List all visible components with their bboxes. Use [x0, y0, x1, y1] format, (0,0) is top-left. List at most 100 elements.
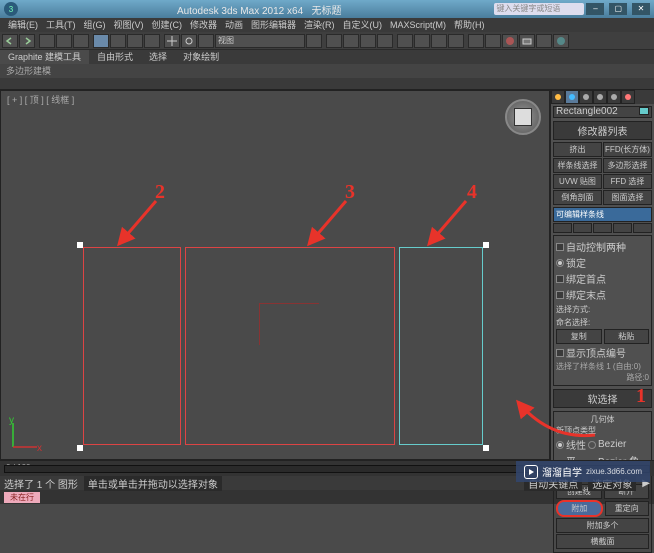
ribbon-tabs: Graphite 建模工具 自由形式 选择 对象绘制	[0, 50, 654, 64]
shape-rectangle-3[interactable]	[185, 247, 395, 445]
mod-btn-extrude[interactable]: 挤出	[553, 142, 602, 157]
chk-auto[interactable]	[556, 243, 564, 251]
radio-lock[interactable]	[556, 259, 564, 267]
select-button[interactable]	[93, 34, 109, 48]
unlink-button[interactable]	[56, 34, 72, 48]
move-button[interactable]	[164, 34, 180, 48]
chk-bind-last[interactable]	[556, 291, 564, 299]
axis-gizmo-icon: y x	[7, 417, 43, 453]
bind-button[interactable]	[73, 34, 89, 48]
mod-btn-bevel[interactable]: 倒角剖面	[553, 190, 602, 205]
tab-display-icon[interactable]	[607, 90, 621, 104]
viewcube[interactable]	[505, 99, 541, 135]
ref-coord-dropdown[interactable]: 视图	[215, 34, 305, 48]
menu-edit[interactable]: 编辑(E)	[4, 18, 42, 32]
mod-btn-ffd[interactable]: FFD(长方体)	[603, 142, 652, 157]
viewport-top[interactable]: [ + ] [ 顶 ] [ 线框 ] y x 2 3 4	[0, 90, 550, 460]
btn-attach[interactable]: 附加	[556, 500, 603, 517]
ribbon-tab-freeform[interactable]: 自由形式	[89, 50, 141, 64]
annotation-arrow-1	[510, 390, 600, 450]
pivot-button[interactable]	[306, 34, 322, 48]
btn-cross-section[interactable]: 横截面	[556, 534, 649, 549]
stack-remove-button[interactable]	[613, 223, 632, 233]
btn-reorient[interactable]: 重定向	[605, 501, 650, 516]
btn-copy[interactable]: 复制	[556, 329, 602, 344]
tab-motion-icon[interactable]	[593, 90, 607, 104]
selection-handle[interactable]	[483, 445, 489, 451]
menu-modifiers[interactable]: 修改器	[186, 18, 221, 32]
menu-tools[interactable]: 工具(T)	[42, 18, 80, 32]
scale-button[interactable]	[198, 34, 214, 48]
material-button[interactable]	[502, 34, 518, 48]
chk-show-vertnum[interactable]	[556, 349, 564, 357]
menu-graph[interactable]: 图形编辑器	[247, 18, 300, 32]
tab-hierarchy-icon[interactable]	[579, 90, 593, 104]
shape-rectangle-2[interactable]	[83, 247, 181, 445]
ribbon-tab-select[interactable]: 选择	[141, 50, 175, 64]
menu-help[interactable]: 帮助(H)	[450, 18, 489, 32]
redo-button[interactable]	[19, 34, 35, 48]
menu-view[interactable]: 视图(V)	[110, 18, 148, 32]
menu-maxscript[interactable]: MAXScript(M)	[386, 18, 450, 32]
render-button[interactable]	[553, 34, 569, 48]
close-button[interactable]: ✕	[632, 3, 650, 15]
angle-snap-button[interactable]	[343, 34, 359, 48]
select-region-button[interactable]	[127, 34, 143, 48]
menu-customize[interactable]: 自定义(U)	[339, 18, 387, 32]
selection-handle[interactable]	[483, 242, 489, 248]
stack-show-button[interactable]	[573, 223, 592, 233]
selection-handle[interactable]	[77, 445, 83, 451]
modifier-stack[interactable]: 可编辑样条线	[553, 207, 652, 222]
mod-btn-spline-sel[interactable]: 样条线选择	[553, 158, 602, 173]
render-setup-button[interactable]	[519, 34, 535, 48]
menu-group[interactable]: 组(G)	[80, 18, 110, 32]
viewport-label[interactable]: [ + ] [ 顶 ] [ 线框 ]	[7, 93, 74, 106]
annotation-arrow-4	[421, 196, 481, 256]
align-button[interactable]	[431, 34, 447, 48]
mod-btn-uvw[interactable]: UVW 贴图	[553, 174, 602, 189]
mod-btn-poly-sel[interactable]: 多边形选择	[603, 158, 652, 173]
maximize-button[interactable]: ▢	[609, 3, 627, 15]
modifier-list-dropdown[interactable]: 修改器列表	[553, 121, 652, 140]
layers-button[interactable]	[448, 34, 464, 48]
stack-config-button[interactable]	[633, 223, 652, 233]
object-name-field[interactable]: Rectangle002	[553, 106, 652, 118]
undo-button[interactable]	[2, 34, 18, 48]
script-listener-tag[interactable]: 未在行	[4, 492, 40, 503]
render-frame-button[interactable]	[536, 34, 552, 48]
tab-modify-icon[interactable]	[565, 90, 579, 104]
mod-btn-surface-sel[interactable]: 图面选择	[603, 190, 652, 205]
spinner-snap-button[interactable]	[377, 34, 393, 48]
mod-btn-ffd-sel[interactable]: FFD 选择	[603, 174, 652, 189]
tab-create-icon[interactable]	[551, 90, 565, 104]
stack-item-editable-spline[interactable]: 可编辑样条线	[554, 208, 651, 221]
select-name-button[interactable]	[110, 34, 126, 48]
schematic-button[interactable]	[485, 34, 501, 48]
minimize-button[interactable]: –	[586, 3, 604, 15]
filter-button[interactable]	[144, 34, 160, 48]
stack-pin-button[interactable]	[553, 223, 572, 233]
mirror-button[interactable]	[414, 34, 430, 48]
btn-paste[interactable]: 粘贴	[604, 329, 650, 344]
percent-snap-button[interactable]	[360, 34, 376, 48]
btn-attach-multi[interactable]: 附加多个	[556, 518, 649, 533]
rotate-button[interactable]	[181, 34, 197, 48]
shape-rectangle-4[interactable]	[399, 247, 483, 445]
help-search-input[interactable]: 键入关键字或短语	[494, 3, 584, 15]
menu-animation[interactable]: 动画	[221, 18, 247, 32]
tab-utilities-icon[interactable]	[621, 90, 635, 104]
chk-bind-first[interactable]	[556, 275, 564, 283]
app-logo-icon[interactable]: 3	[4, 2, 18, 16]
ribbon-tab-paint[interactable]: 对象绘制	[175, 50, 227, 64]
ribbon-tab-graphite[interactable]: Graphite 建模工具	[0, 50, 89, 64]
snap-button[interactable]	[326, 34, 342, 48]
ribbon-collapse-bar[interactable]	[0, 78, 654, 90]
viewcube-face-icon[interactable]	[514, 108, 532, 126]
curve-editor-button[interactable]	[468, 34, 484, 48]
stack-unique-button[interactable]	[593, 223, 612, 233]
annotation-1: 1	[636, 385, 646, 408]
menu-create[interactable]: 创建(C)	[148, 18, 187, 32]
named-sel-button[interactable]	[397, 34, 413, 48]
menu-render[interactable]: 渲染(R)	[300, 18, 339, 32]
link-button[interactable]	[39, 34, 55, 48]
